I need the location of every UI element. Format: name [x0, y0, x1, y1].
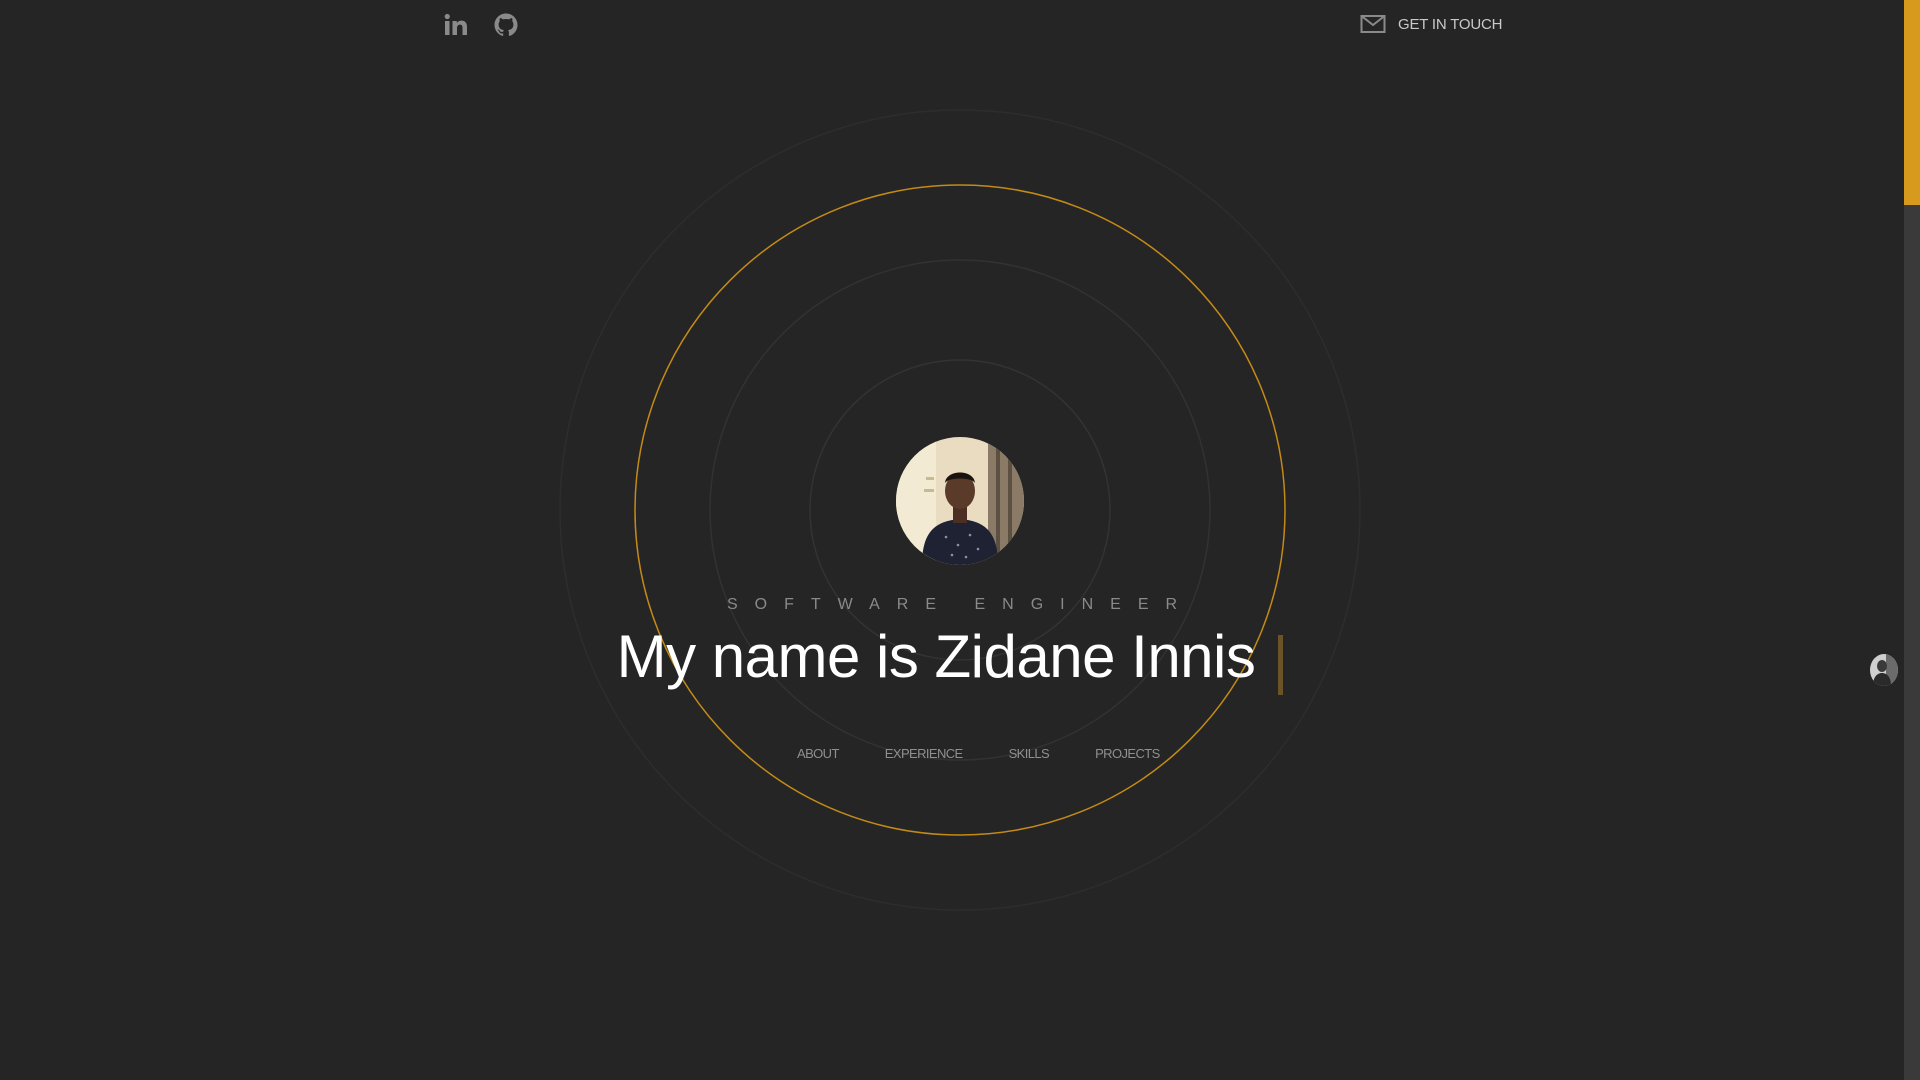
profile-photo: [896, 437, 1024, 565]
linkedin-icon: [444, 13, 467, 35]
typing-caret: [1278, 635, 1284, 695]
get-in-touch-label: GET IN TOUCH: [1398, 15, 1503, 33]
profile-avatar: [896, 437, 1024, 565]
github-icon: [494, 13, 518, 36]
hero-headline: My name is Zidane Innis: [0, 622, 1904, 695]
linkedin-link[interactable]: [443, 12, 469, 38]
page-scrollbar[interactable]: [1904, 0, 1920, 1080]
headline-text: My name is Zidane Innis: [616, 623, 1256, 690]
role-subtitle: SOFTWARE ENGINEER: [726, 596, 1195, 613]
nav-projects[interactable]: PROJECTS: [1095, 746, 1160, 761]
section-nav: ABOUT EXPERIENCE SKILLS PROJECTS: [797, 746, 1160, 761]
nav-experience[interactable]: EXPERIENCE: [885, 746, 963, 761]
github-link[interactable]: [493, 12, 519, 38]
mail-icon: [1360, 15, 1386, 33]
floating-avatar-button[interactable]: [1870, 654, 1898, 686]
nav-skills[interactable]: SKILLS: [1009, 746, 1050, 761]
nav-about[interactable]: ABOUT: [797, 746, 839, 761]
headline-wrapper: My name is Zidane Innis: [616, 622, 1284, 695]
floating-avatar-icon: [1870, 654, 1898, 686]
portfolio-page: GET IN TOUCH SOFTWARE ENGINEER My name i…: [0, 0, 1920, 1080]
scrollbar-thumb[interactable]: [1904, 0, 1920, 205]
get-in-touch-link[interactable]: GET IN TOUCH: [1360, 14, 1502, 34]
social-links: [443, 12, 519, 38]
